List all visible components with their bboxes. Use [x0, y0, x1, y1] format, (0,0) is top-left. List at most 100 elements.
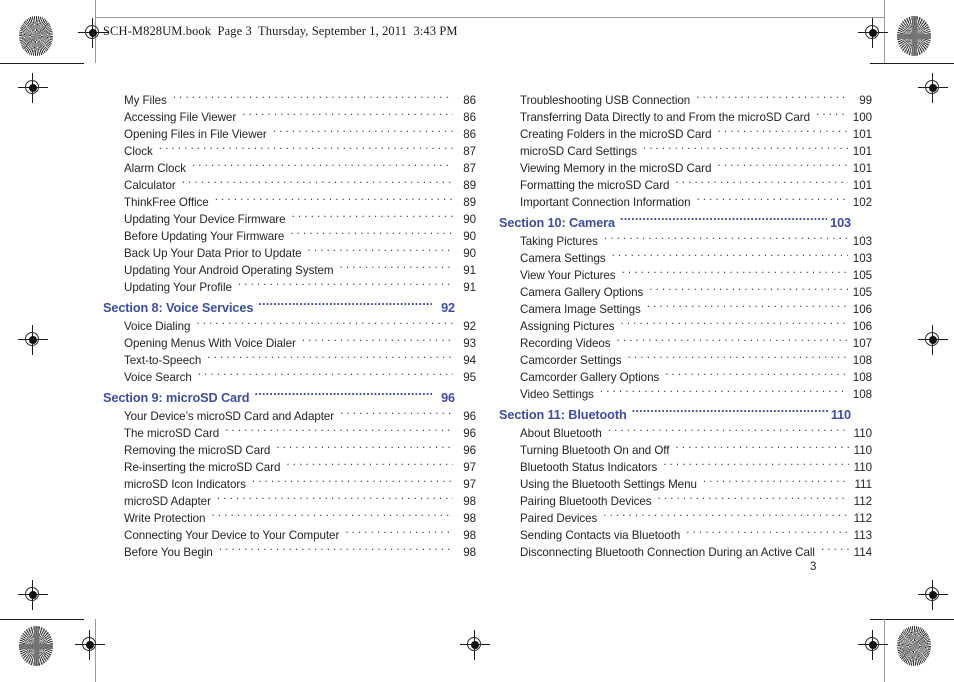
toc-dot-leader [238, 279, 453, 291]
toc-entry[interactable]: Connecting Your Device to Your Computer 9… [103, 527, 476, 544]
toc-entry[interactable]: Removing the microSD Card 96 [103, 442, 476, 459]
toc-entry-title: Re-inserting the microSD Card [124, 461, 281, 474]
toc-dot-leader [632, 406, 828, 419]
toc-entry[interactable]: Using the Bluetooth Settings Menu 111 [499, 476, 872, 493]
toc-entry-page-number: 97 [463, 461, 476, 474]
toc-entry[interactable]: Disconnecting Bluetooth Connection Durin… [499, 544, 872, 561]
toc-entry-title: Taking Pictures [520, 235, 598, 248]
toc-entry[interactable]: Updating Your Android Operating System 91 [103, 262, 476, 279]
toc-entry[interactable]: Camcorder Gallery Options 108 [499, 369, 872, 386]
toc-entry-title: Important Connection Information [520, 196, 691, 209]
toc-entry-title: Creating Folders in the microSD Card [520, 128, 712, 141]
toc-section-page-number: 92 [441, 301, 455, 315]
toc-entry[interactable]: Camcorder Settings 108 [499, 352, 872, 369]
toc-entry[interactable]: Video Settings 108 [499, 386, 872, 403]
toc-entry[interactable]: Opening Files in File Viewer 86 [103, 126, 476, 143]
toc-entry[interactable]: Paired Devices 112 [499, 510, 872, 527]
toc-entry[interactable]: Voice Dialing 92 [103, 318, 476, 335]
toc-entry-page-number: 113 [853, 529, 872, 542]
toc-entry[interactable]: Bluetooth Status Indicators 110 [499, 459, 872, 476]
toc-entry[interactable]: Creating Folders in the microSD Card 101 [499, 126, 872, 143]
toc-entry-page-number: 101 [852, 179, 872, 192]
toc-entry[interactable]: Before Updating Your Firmware 90 [103, 228, 476, 245]
toc-entry[interactable]: Camera Settings 103 [499, 250, 872, 267]
toc-entry[interactable]: Troubleshooting USB Connection 99 [499, 92, 872, 109]
toc-dot-leader [242, 109, 453, 121]
toc-entry-title: View Your Pictures [520, 269, 616, 282]
toc-entry-title: Voice Search [124, 371, 192, 384]
toc-entry[interactable]: Transferring Data Directly to and From t… [499, 109, 872, 126]
toc-entry-page-number: 91 [463, 264, 476, 277]
toc-entry-page-number: 97 [463, 478, 476, 491]
toc-dot-leader [617, 335, 848, 347]
toc-entry[interactable]: Accessing File Viewer 86 [103, 109, 476, 126]
toc-entry[interactable]: Sending Contacts via Bluetooth 113 [499, 527, 872, 544]
toc-dot-leader [604, 233, 848, 245]
toc-entry-title: microSD Icon Indicators [124, 478, 246, 491]
toc-entry-title: Camera Image Settings [520, 303, 641, 316]
toc-entry[interactable]: About Bluetooth 110 [499, 425, 872, 442]
toc-entry[interactable]: Camera Image Settings 106 [499, 301, 872, 318]
toc-dot-leader [292, 211, 453, 223]
toc-entry[interactable]: Write Protection 98 [103, 510, 476, 527]
toc-dot-leader [658, 493, 849, 505]
toc-entry[interactable]: microSD Icon Indicators 97 [103, 476, 476, 493]
toc-entry[interactable]: Important Connection Information 102 [499, 194, 872, 211]
toc-dot-leader [308, 245, 453, 257]
toc-entry[interactable]: Formatting the microSD Card 101 [499, 177, 872, 194]
toc-entry[interactable]: The microSD Card 96 [103, 425, 476, 442]
toc-entry[interactable]: Updating Your Profile 91 [103, 279, 476, 296]
toc-entry[interactable]: Taking Pictures 103 [499, 233, 872, 250]
toc-entry-title: Voice Dialing [124, 320, 191, 333]
toc-entry-title: Disconnecting Bluetooth Connection Durin… [520, 546, 815, 559]
toc-entry[interactable]: Calculator 89 [103, 177, 476, 194]
toc-entry[interactable]: Alarm Clock 87 [103, 160, 476, 177]
toc-entry[interactable]: Pairing Bluetooth Devices 112 [499, 493, 872, 510]
toc-dot-leader [258, 299, 432, 312]
toc-entry[interactable]: Before You Begin 98 [103, 544, 476, 561]
toc-dot-leader [340, 262, 454, 274]
toc-entry[interactable]: Voice Search 95 [103, 369, 476, 386]
toc-entry[interactable]: Clock 87 [103, 143, 476, 160]
toc-entry-title: Video Settings [520, 388, 594, 401]
toc-section-page-number: 110 [830, 408, 851, 422]
toc-entry-title: The microSD Card [124, 427, 220, 440]
toc-entry[interactable]: Recording Videos 107 [499, 335, 872, 352]
toc-entry[interactable]: My Files 86 [103, 92, 476, 109]
toc-entry-title: Updating Your Android Operating System [124, 264, 334, 277]
toc-entry[interactable]: Opening Menus With Voice Dialer 93 [103, 335, 476, 352]
toc-dot-leader [211, 510, 453, 522]
toc-entry-page-number: 90 [463, 247, 476, 260]
toc-section-heading[interactable]: Section 9: microSD Card 96 [103, 388, 455, 408]
toc-entry[interactable]: Text-to-Speech 94 [103, 352, 476, 369]
toc-entry[interactable]: microSD Adapter 98 [103, 493, 476, 510]
page-number-folio: 3 [810, 561, 817, 573]
toc-section-heading[interactable]: Section 8: Voice Services 92 [103, 298, 455, 318]
toc-entry-title: microSD Adapter [124, 495, 211, 508]
toc-entry-page-number: 98 [463, 512, 476, 525]
toc-entry[interactable]: ThinkFree Office 89 [103, 194, 476, 211]
toc-entry[interactable]: Your Device’s microSD Card and Adapter 96 [103, 408, 476, 425]
toc-entry[interactable]: Assigning Pictures 106 [499, 318, 872, 335]
toc-entry[interactable]: Re-inserting the microSD Card 97 [103, 459, 476, 476]
toc-entry[interactable]: Viewing Memory in the microSD Card 101 [499, 160, 872, 177]
toc-section-title: Section 8: Voice Services [103, 301, 254, 315]
toc-entry-title: Transferring Data Directly to and From t… [520, 111, 810, 124]
toc-entry[interactable]: Camera Gallery Options 105 [499, 284, 872, 301]
toc-section-page-number: 96 [441, 391, 455, 405]
toc-entry[interactable]: Updating Your Device Firmware 90 [103, 211, 476, 228]
toc-left-column: My Files86Accessing File Viewer86Opening… [103, 92, 476, 561]
toc-entry[interactable]: View Your Pictures 105 [499, 267, 872, 284]
toc-entry[interactable]: microSD Card Settings 101 [499, 143, 872, 160]
toc-entry-page-number: 112 [853, 512, 872, 525]
toc-dot-leader [276, 442, 453, 454]
toc-section-heading[interactable]: Section 11: Bluetooth 110 [499, 405, 851, 425]
toc-entry-page-number: 107 [852, 337, 872, 350]
toc-entry[interactable]: Turning Bluetooth On and Off 110 [499, 442, 872, 459]
toc-dot-leader [622, 267, 848, 279]
toc-dot-leader [286, 459, 453, 471]
toc-entry-page-number: 108 [852, 354, 872, 367]
toc-section-heading[interactable]: Section 10: Camera 103 [499, 213, 851, 233]
toc-entry-page-number: 108 [852, 371, 872, 384]
toc-entry[interactable]: Back Up Your Data Prior to Update 90 [103, 245, 476, 262]
